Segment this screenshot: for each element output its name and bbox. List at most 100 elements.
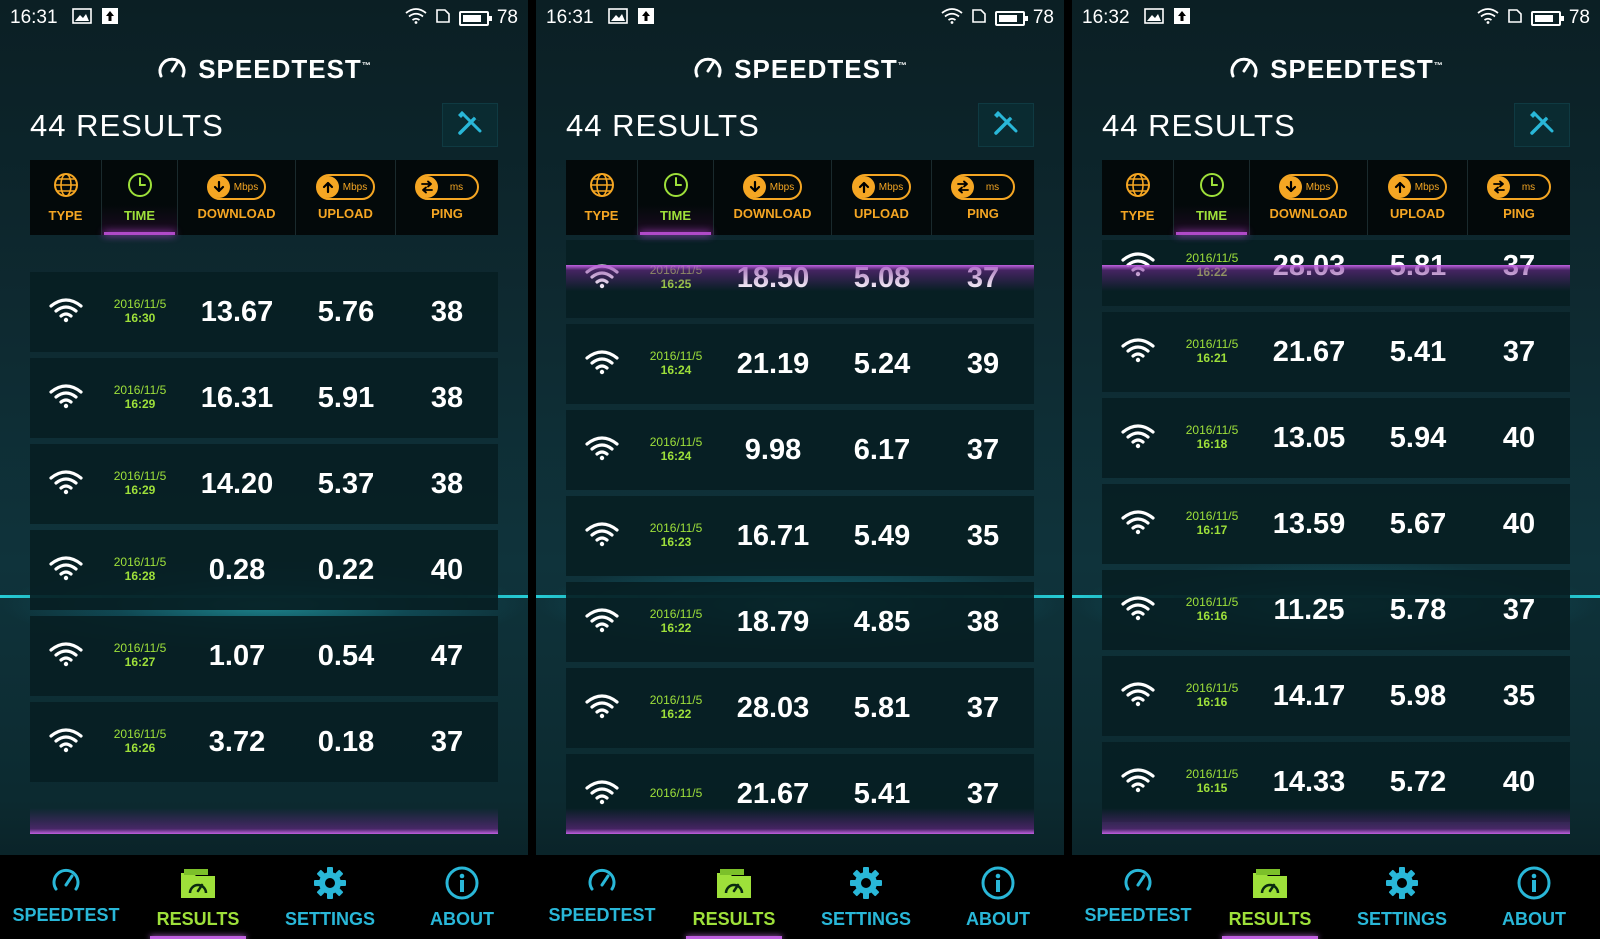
sort-by-type[interactable]: TYPE xyxy=(1102,160,1174,235)
sort-by-download[interactable]: Mbps DOWNLOAD xyxy=(714,160,832,235)
status-time: 16:31 xyxy=(546,7,594,28)
result-row[interactable]: 2016/11/5 16:29 14.20 5.37 38 xyxy=(30,444,498,524)
wifi-icon xyxy=(49,469,83,499)
phone-screen-1: 16:31 78 SPEEDTEST™ 44 RESULTS TYPE TIME xyxy=(0,0,528,939)
wifi-icon xyxy=(49,555,83,585)
results-list[interactable]: 2016/11/5 16:30 13.67 5.76 38 2016/11/5 … xyxy=(30,240,498,834)
tools-button[interactable] xyxy=(442,103,498,147)
result-timestamp: 2016/11/5 16:22 xyxy=(638,693,714,722)
sort-by-upload[interactable]: Mbps UPLOAD xyxy=(832,160,932,235)
nav-about[interactable]: ABOUT xyxy=(396,855,528,939)
result-row[interactable]: 2016/11/5 16:26 3.72 0.18 37 xyxy=(30,702,498,782)
status-bar: 16:32 78 xyxy=(1072,0,1600,36)
ping-value: 38 xyxy=(430,295,464,328)
wifi-icon xyxy=(585,263,619,293)
nav-label-speedtest: SPEEDTEST xyxy=(548,905,656,925)
upload-notification-icon xyxy=(101,7,118,29)
globe-icon xyxy=(1125,172,1151,202)
sim-icon xyxy=(435,7,451,29)
status-time: 16:31 xyxy=(10,7,58,28)
wifi-signal-icon xyxy=(405,7,427,29)
result-row[interactable]: 2016/11/5 16:18 13.05 5.94 40 xyxy=(1102,398,1570,478)
sort-by-type[interactable]: TYPE xyxy=(30,160,102,235)
result-row[interactable]: 2016/11/5 16:21 21.67 5.41 37 xyxy=(1102,312,1570,392)
tools-button[interactable] xyxy=(978,103,1034,147)
ping-value: 37 xyxy=(1502,593,1536,626)
nav-settings[interactable]: SETTINGS xyxy=(264,855,396,939)
ping-value: 35 xyxy=(966,519,1000,552)
result-row[interactable]: 2016/11/5 16:22 28.03 5.81 37 xyxy=(566,668,1034,748)
sort-by-time[interactable]: TIME xyxy=(102,160,178,235)
sort-by-time[interactable]: TIME xyxy=(638,160,714,235)
result-time: 16:24 xyxy=(660,363,692,377)
result-row[interactable]: 2016/11/5 16:16 11.25 5.78 37 xyxy=(1102,570,1570,650)
nav-label-settings: SETTINGS xyxy=(1356,909,1447,929)
download-value: 28.03 xyxy=(736,691,810,724)
result-row[interactable]: 2016/11/5 16:22 28.03 5.81 37 xyxy=(1102,240,1570,306)
nav-speedtest[interactable]: SPEEDTEST xyxy=(0,855,132,939)
results-folder-icon xyxy=(178,865,218,905)
sort-by-download[interactable]: Mbps DOWNLOAD xyxy=(178,160,296,235)
result-date: 2016/11/5 xyxy=(113,555,167,570)
result-date: 2016/11/5 xyxy=(113,641,167,656)
ping-swap-icon xyxy=(415,176,438,198)
result-timestamp: 2016/11/5 16:26 xyxy=(102,727,178,756)
result-timestamp: 2016/11/5 16:16 xyxy=(1174,595,1250,624)
nav-speedtest[interactable]: SPEEDTEST xyxy=(1072,855,1204,939)
battery-level: 78 xyxy=(496,7,518,28)
result-row[interactable]: 2016/11/5 16:23 16.71 5.49 35 xyxy=(566,496,1034,576)
upload-value: 6.17 xyxy=(853,433,911,466)
column-label-upload: UPLOAD xyxy=(318,206,373,221)
result-row[interactable]: 2016/11/5 16:29 16.31 5.91 38 xyxy=(30,358,498,438)
result-date: 2016/11/5 xyxy=(649,263,703,278)
result-row[interactable]: 2016/11/5 16:22 18.79 4.85 38 xyxy=(566,582,1034,662)
wifi-icon xyxy=(1121,595,1155,625)
result-row[interactable]: 2016/11/5 16:24 9.98 6.17 37 xyxy=(566,410,1034,490)
nav-about[interactable]: ABOUT xyxy=(1468,855,1600,939)
nav-label-results: RESULTS xyxy=(1228,909,1312,929)
sort-by-download[interactable]: Mbps DOWNLOAD xyxy=(1250,160,1368,235)
result-row[interactable]: 2016/11/5 16:24 21.19 5.24 39 xyxy=(566,324,1034,404)
result-row[interactable]: 2016/11/5 21.67 5.41 37 xyxy=(566,754,1034,834)
sort-by-upload[interactable]: Mbps UPLOAD xyxy=(296,160,396,235)
wifi-icon xyxy=(585,779,619,809)
nav-results[interactable]: RESULTS xyxy=(132,855,264,939)
results-folder-icon xyxy=(1250,865,1290,905)
download-value: 13.05 xyxy=(1272,421,1346,454)
sort-by-ping[interactable]: ms PING xyxy=(396,160,498,235)
result-time: 16:23 xyxy=(660,535,692,549)
nav-results[interactable]: RESULTS xyxy=(668,855,800,939)
sort-by-upload[interactable]: Mbps UPLOAD xyxy=(1368,160,1468,235)
result-row[interactable]: 2016/11/5 16:16 14.17 5.98 35 xyxy=(1102,656,1570,736)
logo-text: SPEEDTEST™ xyxy=(1270,53,1444,84)
nav-results[interactable]: RESULTS xyxy=(1204,855,1336,939)
column-label-ping: PING xyxy=(967,206,999,221)
tools-button[interactable] xyxy=(1514,103,1570,147)
nav-about[interactable]: ABOUT xyxy=(932,855,1064,939)
result-row[interactable]: 2016/11/5 16:17 13.59 5.67 40 xyxy=(1102,484,1570,564)
result-time: 16:27 xyxy=(124,655,156,669)
sort-by-ping[interactable]: ms PING xyxy=(1468,160,1570,235)
nav-label-about: ABOUT xyxy=(430,909,494,929)
result-row[interactable]: 2016/11/5 16:30 13.67 5.76 38 xyxy=(30,272,498,352)
result-timestamp: 2016/11/5 16:24 xyxy=(638,349,714,378)
sort-by-type[interactable]: TYPE xyxy=(566,160,638,235)
result-row[interactable]: 2016/11/5 16:27 1.07 0.54 47 xyxy=(30,616,498,696)
nav-settings[interactable]: SETTINGS xyxy=(800,855,932,939)
sort-by-ping[interactable]: ms PING xyxy=(932,160,1034,235)
status-bar: 16:31 78 xyxy=(0,0,528,36)
nav-settings[interactable]: SETTINGS xyxy=(1336,855,1468,939)
nav-speedtest[interactable]: SPEEDTEST xyxy=(536,855,668,939)
results-list[interactable]: 2016/11/5 16:22 28.03 5.81 37 2016/11/5 … xyxy=(1102,240,1570,834)
results-list[interactable]: 2016/11/5 16:25 18.50 5.08 37 2016/11/5 … xyxy=(566,240,1034,834)
wifi-icon xyxy=(49,383,83,413)
sort-by-time[interactable]: TIME xyxy=(1174,160,1250,235)
result-row[interactable]: 2016/11/5 16:28 0.28 0.22 40 xyxy=(30,530,498,610)
battery-icon xyxy=(458,10,492,26)
results-table-header: TYPE TIME Mbps DOWNLOAD Mbps UPLOAD ms P… xyxy=(566,160,1034,235)
result-row[interactable]: 2016/11/5 16:15 14.33 5.72 40 xyxy=(1102,742,1570,822)
ping-value: 37 xyxy=(1502,249,1536,282)
result-row[interactable]: 2016/11/5 16:25 18.50 5.08 37 xyxy=(566,240,1034,318)
upload-value: 5.41 xyxy=(1389,335,1447,368)
upload-notification-icon xyxy=(1173,7,1190,29)
